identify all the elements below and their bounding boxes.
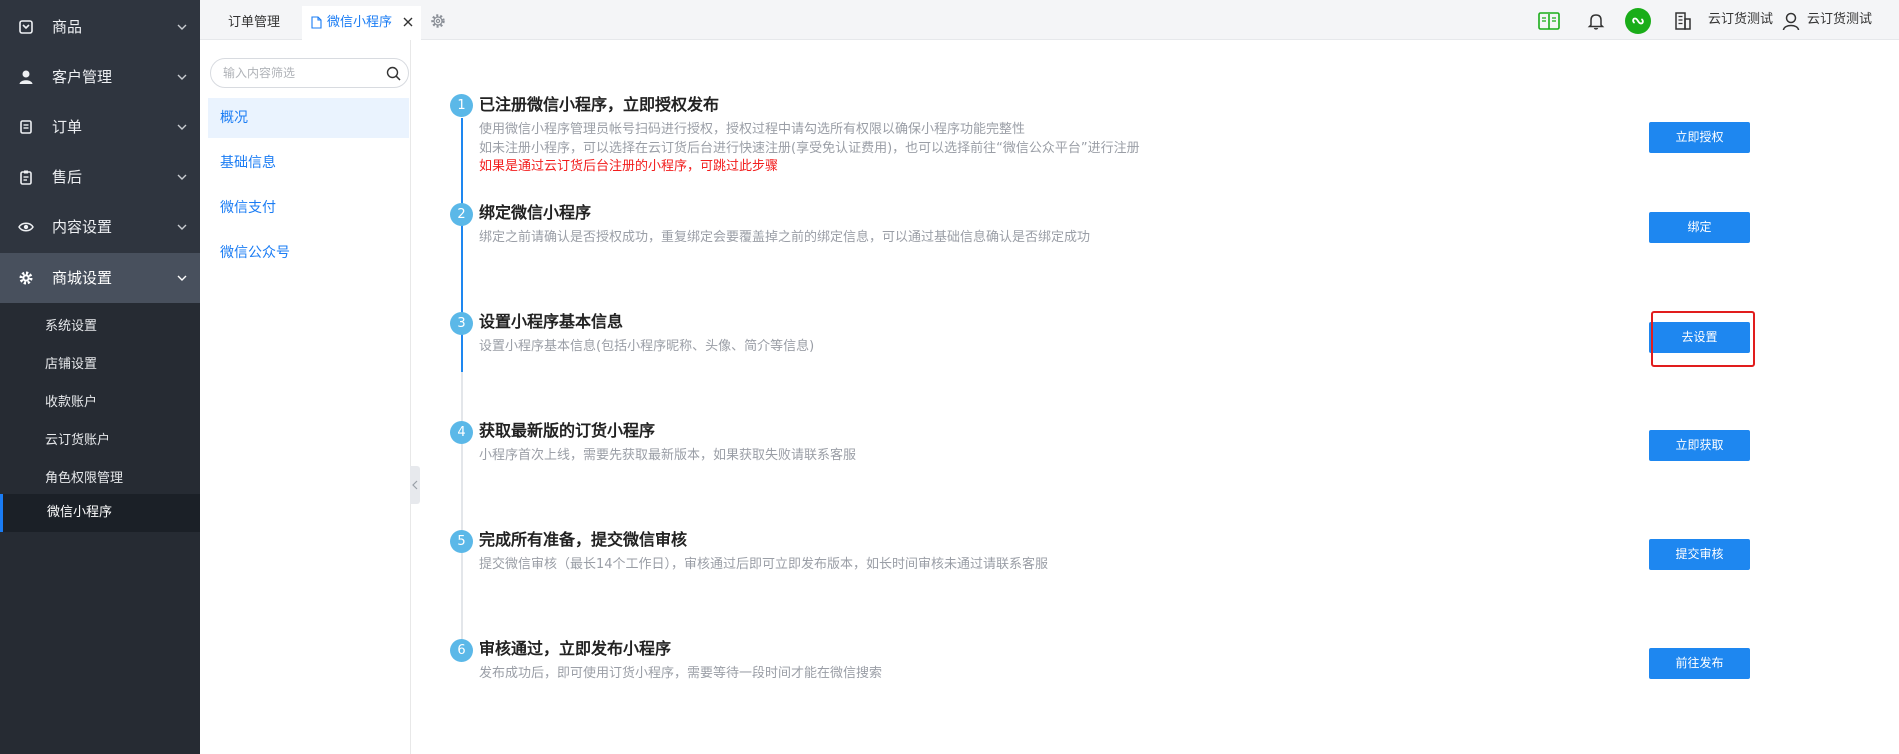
panel-collapse-handle[interactable]	[410, 466, 420, 504]
step-title: 绑定微信小程序	[479, 203, 592, 222]
menu-item-mall-settings[interactable]: 商城设置	[0, 253, 200, 303]
step-description: 提交微信审核（最长14个工作日），审核通过后即可立即发布版本，如长时间审核未通过…	[479, 557, 1049, 572]
submenu-label: 店铺设置	[45, 357, 98, 372]
step-title: 获取最新版的订货小程序	[479, 421, 656, 440]
search-input[interactable]	[223, 65, 383, 81]
step-number-badge: 5	[450, 530, 473, 553]
submenu-label: 系统设置	[45, 319, 98, 334]
step-number-badge: 3	[450, 312, 473, 335]
step-description: 绑定之前请确认是否授权成功，重复绑定会要覆盖掉之前的绑定信息，可以通过基础信息确…	[479, 230, 1091, 245]
step-warning-note: 如果是通过云订货后台注册的小程序，可跳过此步骤	[479, 159, 779, 174]
subnav-item-overview[interactable]: 概况	[208, 98, 409, 138]
tab-wechat-mini-program[interactable]: 微信小程序	[302, 6, 421, 40]
submenu-label: 云订货账户	[45, 433, 111, 448]
search-icon[interactable]	[386, 66, 401, 81]
eye-icon	[18, 222, 34, 232]
menu-item-products[interactable]: 商品	[0, 2, 200, 52]
submenu-item-role-permissions[interactable]: 角色权限管理	[0, 460, 200, 498]
menu-label: 商品	[52, 18, 83, 36]
subnav-label: 微信公众号	[220, 245, 290, 261]
store-name[interactable]: 云订货测试	[1708, 12, 1773, 28]
step-number-badge: 6	[450, 639, 473, 662]
chevron-down-icon	[177, 24, 187, 30]
step-number-badge: 1	[450, 94, 473, 117]
chevron-down-icon	[177, 124, 187, 130]
mini-program-link-icon[interactable]	[1625, 8, 1651, 34]
step-description: 小程序首次上线，需要先获取最新版本，如果获取失败请联系客服	[479, 448, 857, 463]
menu-label: 客户管理	[52, 68, 113, 86]
chevron-down-icon	[177, 224, 187, 230]
step-title: 设置小程序基本信息	[479, 312, 624, 331]
subnav-item-wechat-pay[interactable]: 微信支付	[208, 188, 409, 228]
chevron-up-icon	[177, 275, 187, 281]
menu-label: 内容设置	[52, 218, 113, 236]
submenu-label: 角色权限管理	[45, 471, 124, 486]
clipboard-icon	[20, 170, 32, 185]
step-number-badge: 2	[450, 203, 473, 226]
tab-label: 订单管理	[228, 15, 281, 30]
step-description: 发布成功后，即可使用订货小程序，需要等待一段时间才能在微信搜索	[479, 666, 883, 681]
step-title: 已注册微信小程序，立即授权发布	[479, 95, 720, 114]
menu-item-orders[interactable]: 订单	[0, 102, 200, 152]
bind-button[interactable]: 绑定	[1649, 212, 1750, 243]
subnav-item-wechat-official-account[interactable]: 微信公众号	[208, 233, 409, 273]
menu-label: 商城设置	[52, 269, 113, 287]
subnav-item-basic-info[interactable]: 基础信息	[208, 143, 409, 183]
subnav-label: 概况	[220, 110, 248, 126]
step-number-badge: 4	[450, 421, 473, 444]
help-book-icon[interactable]	[1538, 11, 1560, 31]
submenu-item-payment-accounts[interactable]: 收款账户	[0, 384, 200, 422]
menu-item-content-settings[interactable]: 内容设置	[0, 202, 200, 252]
submit-review-button[interactable]: 提交审核	[1649, 539, 1750, 570]
step-description: 使用微信小程序管理员帐号扫码进行授权，授权过程中请勾选所有权限以确保小程序功能完…	[479, 122, 1026, 137]
order-icon	[20, 120, 32, 134]
submenu-item-wechat-mini-program[interactable]: 微信小程序	[0, 494, 200, 532]
tab-settings-gear-icon[interactable]	[430, 13, 446, 29]
mall-settings-submenu: 系统设置 店铺设置 收款账户 云订货账户 角色权限管理 微信小程序	[0, 303, 200, 754]
notification-bell-icon[interactable]	[1586, 11, 1606, 31]
chevron-down-icon	[177, 174, 187, 180]
subnav-label: 微信支付	[220, 200, 276, 216]
settings-subnav: 概况 基础信息 微信支付 微信公众号	[200, 40, 411, 754]
subnav-search	[210, 58, 409, 88]
tab-label: 微信小程序	[327, 15, 393, 30]
menu-label: 售后	[52, 168, 83, 186]
submenu-label: 微信小程序	[47, 505, 113, 520]
user-name[interactable]: 云订货测试	[1807, 12, 1872, 28]
step-description: 如未注册小程序，可以选择在云订货后台进行快速注册(享受免认证费用)，也可以选择前…	[479, 141, 1140, 156]
submenu-item-system-settings[interactable]: 系统设置	[0, 308, 200, 346]
submenu-item-store-settings[interactable]: 店铺设置	[0, 346, 200, 384]
submenu-item-cloud-account[interactable]: 云订货账户	[0, 422, 200, 460]
chevron-left-icon	[412, 480, 418, 490]
tab-bar: 订单管理 微信小程序 云订货测试 云订货测试	[200, 0, 1899, 40]
close-icon[interactable]	[402, 16, 414, 28]
chevron-down-icon	[177, 74, 187, 80]
menu-item-customers[interactable]: 客户管理	[0, 52, 200, 102]
box-icon	[19, 20, 33, 34]
go-publish-button[interactable]: 前往发布	[1649, 648, 1750, 679]
menu-item-after-sales[interactable]: 售后	[0, 152, 200, 202]
step-title: 完成所有准备，提交微信审核	[479, 530, 688, 549]
main-sidebar: 商品 客户管理 订单 售后 内容设置 商城设置 系统设置 店铺设置 收款账户 云…	[0, 0, 200, 754]
user-avatar-icon[interactable]	[1781, 11, 1801, 31]
timeline-pending-line	[461, 372, 463, 660]
tab-order-management[interactable]: 订单管理	[214, 6, 296, 40]
document-icon	[311, 16, 322, 29]
step-title: 审核通过，立即发布小程序	[479, 639, 672, 658]
get-now-button[interactable]: 立即获取	[1649, 430, 1750, 461]
highlight-annotation-box	[1651, 311, 1755, 367]
menu-label: 订单	[52, 118, 83, 136]
subnav-label: 基础信息	[220, 155, 276, 171]
gear-icon	[19, 271, 33, 285]
authorize-now-button[interactable]: 立即授权	[1649, 122, 1750, 153]
user-icon	[19, 70, 33, 84]
step-description: 设置小程序基本信息(包括小程序昵称、头像、简介等信息)	[479, 339, 815, 354]
store-building-icon[interactable]	[1673, 11, 1693, 31]
submenu-label: 收款账户	[45, 395, 98, 410]
